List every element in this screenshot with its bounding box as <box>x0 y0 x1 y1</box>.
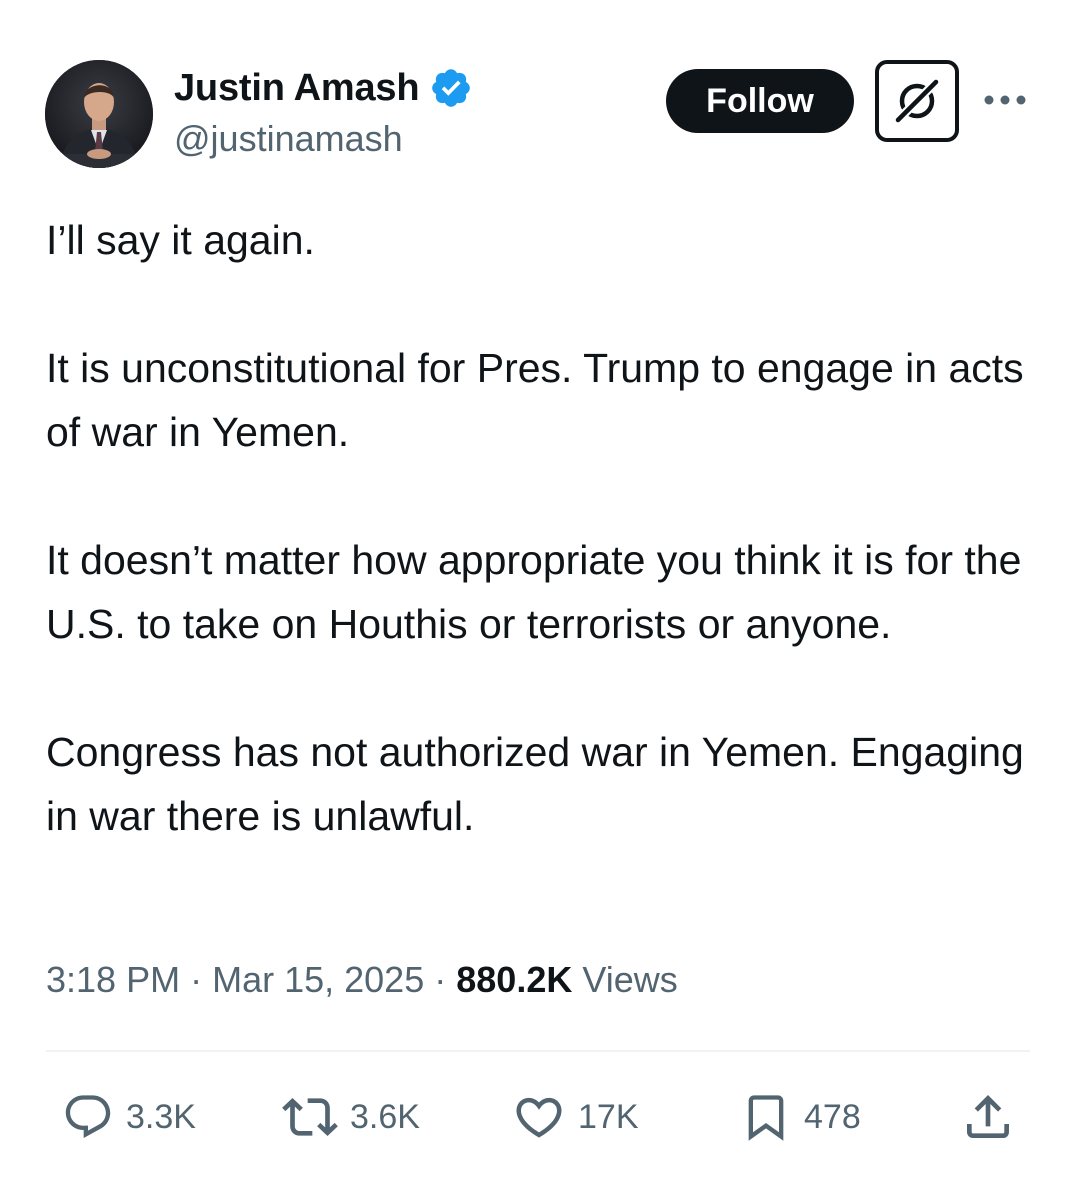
repost-button[interactable]: 3.6K <box>282 1085 420 1149</box>
more-icon <box>984 95 1026 105</box>
follow-button[interactable]: Follow <box>666 69 854 133</box>
divider <box>46 1050 1030 1052</box>
reply-icon <box>65 1095 111 1139</box>
meta-separator: · <box>434 959 457 1000</box>
tweet-date[interactable]: Mar 15, 2025 <box>212 959 424 1000</box>
reply-count: 3.3K <box>126 1097 196 1136</box>
bookmark-icon <box>748 1095 784 1141</box>
author-handle[interactable]: @justinamash <box>174 118 403 160</box>
share-icon <box>967 1095 1009 1138</box>
reply-button[interactable]: 3.3K <box>62 1085 196 1149</box>
grok-icon <box>894 78 940 124</box>
verified-badge-icon <box>429 66 473 110</box>
views-count: 880.2K <box>456 959 573 1000</box>
tweet-text: I’ll say it again. It is unconstitutiona… <box>46 208 1046 848</box>
like-button[interactable]: 17K <box>512 1085 639 1149</box>
tweet-time[interactable]: 3:18 PM <box>46 959 180 1000</box>
avatar-image <box>45 60 153 168</box>
tweet-paragraph: I’ll say it again. <box>46 217 315 263</box>
author-name-row[interactable]: Justin Amash <box>174 64 473 112</box>
tweet-paragraph: It doesn’t matter how appropriate you th… <box>46 537 1022 647</box>
action-bar: 3.3K 3.6K 17K 478 <box>0 1085 1076 1149</box>
share-button[interactable] <box>960 1085 1016 1149</box>
tweet-card: Justin Amash @justinamash Follow I’ll sa… <box>0 0 1076 1200</box>
author-display-name[interactable]: Justin Amash <box>174 67 420 110</box>
repost-count: 3.6K <box>350 1097 420 1136</box>
views-label: Views <box>582 959 678 1000</box>
grok-button[interactable] <box>875 60 959 142</box>
repost-icon <box>282 1098 338 1136</box>
bookmark-count: 478 <box>804 1097 861 1136</box>
heart-icon <box>516 1097 562 1138</box>
meta-separator: · <box>190 959 213 1000</box>
tweet-paragraph: It is unconstitutional for Pres. Trump t… <box>46 345 1024 455</box>
avatar[interactable] <box>45 60 153 168</box>
tweet-meta: 3:18 PM · Mar 15, 2025 · 880.2K Views <box>46 950 678 1010</box>
like-count: 17K <box>578 1097 639 1136</box>
bookmark-button[interactable]: 478 <box>740 1085 861 1149</box>
more-options-button[interactable] <box>980 82 1030 118</box>
tweet-paragraph: Congress has not authorized war in Yemen… <box>46 729 1024 839</box>
